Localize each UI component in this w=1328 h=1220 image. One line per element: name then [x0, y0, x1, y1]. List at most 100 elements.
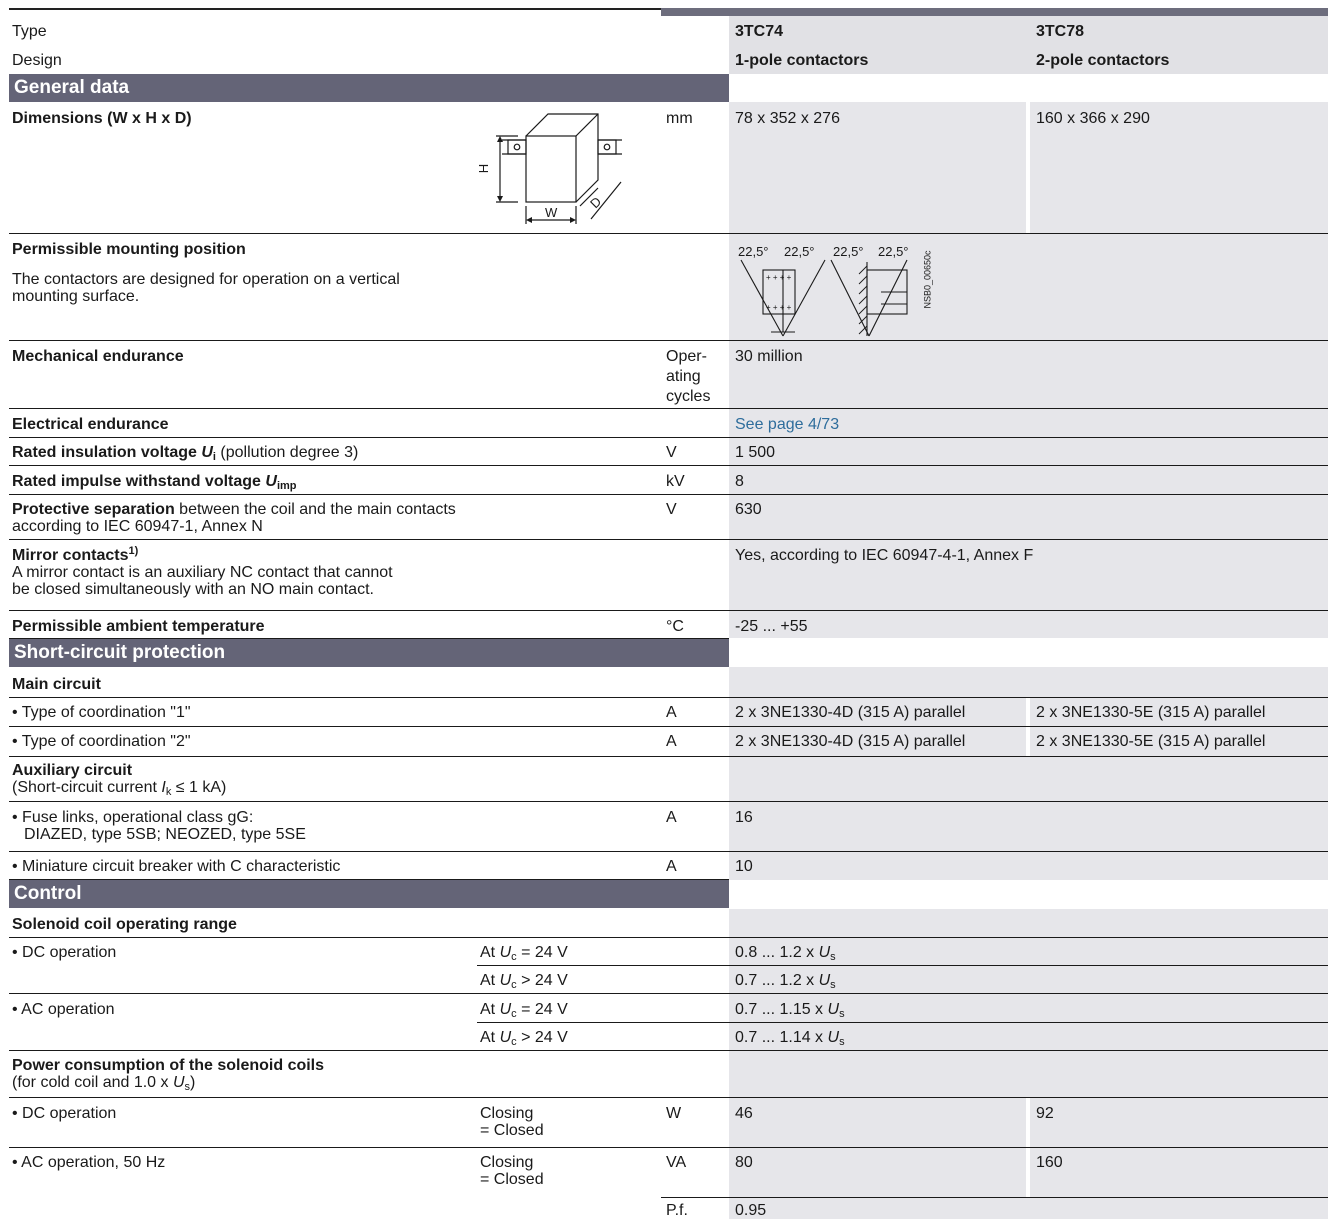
row-divider — [9, 465, 1328, 466]
row-divider — [9, 756, 1328, 757]
dc-power-col2: 92 — [1036, 1105, 1054, 1122]
ac-gt24-condition: At Uc > 24 V — [480, 1029, 568, 1048]
dc-gt24-range: 0.7 ... 1.2 x Us — [735, 972, 836, 991]
protective-separation-unit: V — [666, 501, 677, 518]
design-label: Design — [12, 52, 62, 69]
coordination-1-col1: 2 x 3NE1330-4D (315 A) parallel — [735, 704, 966, 721]
protective-separation-value: 630 — [735, 501, 762, 518]
type-label: Type — [12, 23, 47, 40]
row-divider — [9, 801, 1328, 802]
col2-type: 3TC78 — [1036, 23, 1085, 40]
mount-angle-4: 22,5° — [878, 244, 909, 259]
mech-endurance-value: 30 million — [735, 348, 803, 365]
elec-endurance-link[interactable]: See page 4/73 — [735, 415, 839, 434]
row-divider — [9, 494, 1328, 495]
power-factor-unit: P.f. — [666, 1202, 688, 1219]
col1-type: 3TC74 — [735, 23, 784, 40]
dimensions-drawing — [496, 113, 622, 224]
row-divider — [9, 1050, 1328, 1051]
fuse-links-unit: A — [666, 809, 677, 826]
coordination-1-unit: A — [666, 704, 677, 721]
dim-w-label: W — [545, 205, 558, 220]
row-divider — [477, 965, 1328, 966]
insulation-voltage-unit: V — [666, 444, 677, 461]
impulse-voltage-label: Rated impulse withstand voltage Uimp — [12, 473, 297, 492]
mcb-value: 10 — [735, 858, 753, 875]
ac-power-unit: VA — [666, 1154, 687, 1171]
power-factor-value: 0.95 — [735, 1202, 767, 1219]
insulation-voltage-label: Rated insulation voltage Ui (pollution d… — [12, 444, 359, 463]
fuse-links-line2: DIAZED, type 5SB; NEOZED, type 5SE — [24, 826, 306, 843]
dc-gt24-condition: At Uc > 24 V — [480, 972, 568, 991]
mounting-desc-2: mounting surface. — [12, 288, 140, 305]
ac-operation-label: • AC operation — [12, 1001, 115, 1018]
coordination-1-label: • Type of coordination "1" — [12, 704, 191, 721]
ac-eq24-range: 0.7 ... 1.15 x Us — [735, 1001, 845, 1020]
ac-power-closed: = Closed — [480, 1171, 544, 1188]
mounting-label: Permissible mounting position — [12, 241, 246, 258]
header-accent-bar — [661, 8, 1328, 16]
row-divider — [9, 610, 1328, 611]
coordination-2-col1: 2 x 3NE1330-4D (315 A) parallel — [735, 733, 966, 750]
mounting-position-drawing: + + + + + + + + — [740, 259, 908, 337]
protective-separation-line2: according to IEC 60947-1, Annex N — [12, 518, 263, 535]
section-general-data: General data — [9, 74, 729, 102]
column-gap-coord1 — [1026, 698, 1030, 727]
ac-power-col2: 160 — [1036, 1154, 1063, 1171]
ambient-temp-value: -25 ... +55 — [735, 618, 808, 635]
dc-eq24-range: 0.8 ... 1.2 x Us — [735, 944, 836, 963]
mount-angle-3: 22,5° — [833, 244, 864, 259]
mcb-unit: A — [666, 858, 677, 875]
row-divider — [9, 539, 1328, 540]
mech-unit-2: ating — [666, 368, 701, 385]
dimensions-col2: 160 x 366 x 290 — [1036, 110, 1150, 127]
row-divider — [9, 1147, 1328, 1148]
mcb-label: • Miniature circuit breaker with C chara… — [12, 858, 341, 875]
ac-power-col1: 80 — [735, 1154, 753, 1171]
section-short-circuit: Short-circuit protection — [9, 639, 729, 667]
solenoid-range-label: Solenoid coil operating range — [12, 916, 237, 933]
row-divider — [9, 993, 1328, 994]
row-divider — [9, 408, 1328, 409]
mech-unit-3: cycles — [666, 388, 711, 405]
row-divider — [661, 1197, 1328, 1198]
power-consumption-desc: (for cold coil and 1.0 x Us) — [12, 1074, 196, 1093]
row-divider — [9, 851, 1328, 852]
coordination-2-label: • Type of coordination "2" — [12, 733, 191, 750]
column-gap-coord2 — [1026, 727, 1030, 757]
dimensions-col1: 78 x 352 x 276 — [735, 110, 840, 127]
ambient-temp-unit: °C — [666, 618, 684, 635]
coordination-2-col2: 2 x 3NE1330-5E (315 A) parallel — [1036, 733, 1266, 750]
plus-mark: + + + + — [766, 273, 792, 282]
row-divider — [9, 233, 1328, 234]
ac-power-label: • AC operation, 50 Hz — [12, 1154, 166, 1171]
mech-endurance-label: Mechanical endurance — [12, 348, 184, 365]
dimensions-unit: mm — [666, 110, 693, 127]
mirror-contacts-desc-2: be closed simultaneously with an NO main… — [12, 581, 374, 598]
row-divider — [9, 726, 1328, 727]
fuse-links-value: 16 — [735, 809, 753, 826]
insulation-voltage-value: 1 500 — [735, 444, 776, 461]
aux-circuit-desc: (Short-circuit current Ik ≤ 1 kA) — [12, 779, 227, 798]
row-divider — [9, 937, 1328, 938]
mech-unit-1: Oper- — [666, 348, 707, 365]
ac-eq24-condition: At Uc = 24 V — [480, 1001, 568, 1020]
row-divider — [9, 340, 1328, 341]
elec-endurance-label: Electrical endurance — [12, 416, 169, 433]
mirror-contacts-value: Yes, according to IEC 60947-4-1, Annex F — [735, 547, 1034, 564]
coordination-2-unit: A — [666, 733, 677, 750]
col2-design: 2-pole contactors — [1036, 52, 1170, 69]
section-control: Control — [9, 880, 729, 908]
impulse-voltage-value: 8 — [735, 473, 744, 490]
dc-operation-label: • DC operation — [12, 944, 117, 961]
dim-h-label: H — [476, 163, 492, 174]
dc-power-label: • DC operation — [12, 1105, 117, 1122]
dc-power-col1: 46 — [735, 1105, 753, 1122]
dc-power-unit: W — [666, 1105, 682, 1122]
mount-angle-2: 22,5° — [784, 244, 815, 259]
ac-gt24-range: 0.7 ... 1.14 x Us — [735, 1029, 845, 1048]
mount-drawing-code: NSB0_00650c — [922, 250, 933, 309]
ambient-temp-label: Permissible ambient temperature — [12, 618, 265, 635]
column-gap-dim — [1026, 102, 1030, 233]
mount-angle-1: 22,5° — [738, 244, 769, 259]
